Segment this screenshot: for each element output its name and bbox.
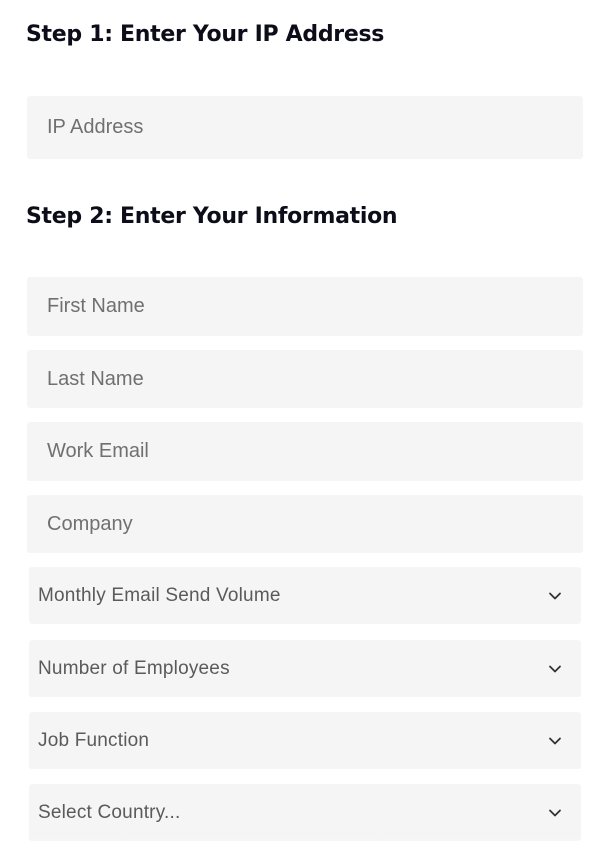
monthly-email-send-volume-select[interactable]: Monthly Email Send Volume <box>29 567 581 624</box>
ip-lookup-form: Step 1: Enter Your IP Address Step 2: En… <box>0 0 600 859</box>
select-country-label: Select Country... <box>38 801 181 823</box>
monthly-email-send-volume-label: Monthly Email Send Volume <box>38 584 281 606</box>
first-name-input[interactable] <box>27 277 583 336</box>
company-field-wrapper <box>27 495 583 553</box>
chevron-down-icon <box>548 662 562 676</box>
last-name-input[interactable] <box>27 350 583 408</box>
last-name-field-wrapper <box>27 350 583 408</box>
step-2-heading: Step 2: Enter Your Information <box>26 204 398 229</box>
work-email-input[interactable] <box>27 422 583 481</box>
job-function-label: Job Function <box>38 729 150 751</box>
ip-address-input[interactable] <box>27 96 583 159</box>
chevron-down-icon <box>548 806 562 820</box>
ip-address-field-wrapper <box>27 96 583 159</box>
number-of-employees-label: Number of Employees <box>38 657 230 679</box>
company-input[interactable] <box>27 495 583 553</box>
number-of-employees-select[interactable]: Number of Employees <box>29 640 581 697</box>
chevron-down-icon <box>548 589 562 603</box>
step-1-heading: Step 1: Enter Your IP Address <box>26 22 385 47</box>
work-email-field-wrapper <box>27 422 583 481</box>
first-name-field-wrapper <box>27 277 583 336</box>
select-country-select[interactable]: Select Country... <box>29 784 581 841</box>
chevron-down-icon <box>548 734 562 748</box>
job-function-select[interactable]: Job Function <box>29 712 581 769</box>
